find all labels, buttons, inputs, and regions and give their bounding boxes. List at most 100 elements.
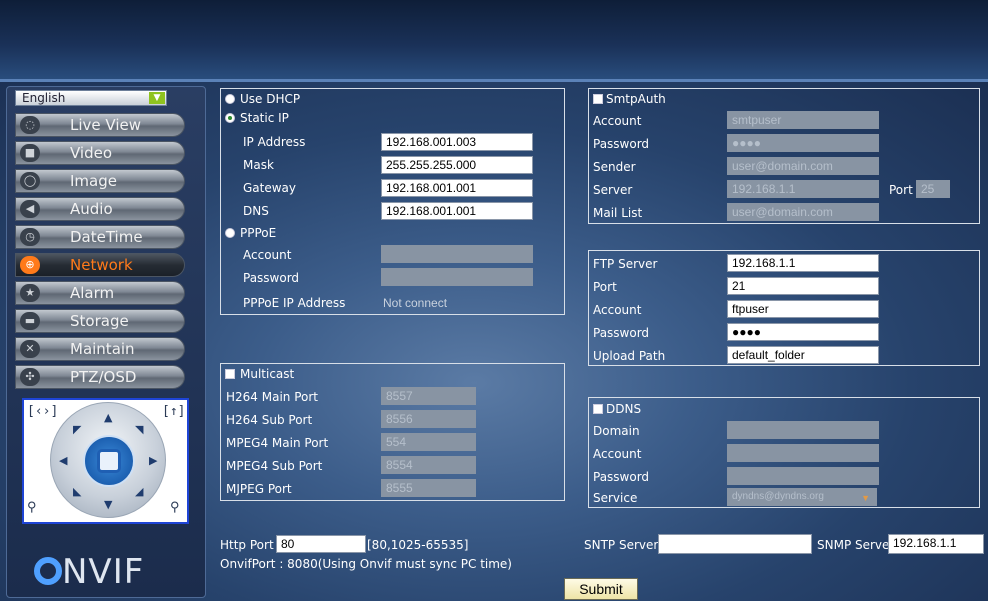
speech-bubble-icon: ◌ <box>20 116 40 134</box>
pppoe-password-field[interactable] <box>381 268 533 286</box>
zoom-out-magnifier-icon[interactable]: ⚲ <box>27 500 37 515</box>
ftp-password-field[interactable]: ●●●● <box>727 323 879 341</box>
zoom-wide-icon[interactable]: [‹›] <box>27 404 58 419</box>
smtp-mail-list-field[interactable]: user@domain.com <box>727 203 879 221</box>
sidebar-item-ptz-osd[interactable]: ✣ PTZ/OSD <box>15 365 185 389</box>
ftp-server-label: FTP Server <box>593 257 658 271</box>
sidebar-item-label: Audio <box>70 200 113 218</box>
arrow-right-icon[interactable]: ▶ <box>149 454 157 467</box>
sidebar-item-label: Live View <box>70 116 141 134</box>
http-port-range: [80,1025-65535] <box>367 538 469 552</box>
submit-button[interactable]: Submit <box>564 578 638 600</box>
ftp-account-field[interactable]: ftpuser <box>727 300 879 318</box>
sidebar-item-label: Maintain <box>70 340 135 358</box>
sidebar-item-maintain[interactable]: ✕ Maintain <box>15 337 185 361</box>
sidebar-item-label: DateTime <box>70 228 143 246</box>
ftp-account-label: Account <box>593 303 642 317</box>
static-ip-label: Static IP <box>240 111 289 125</box>
arrow-up-icon[interactable]: ▲ <box>104 411 112 424</box>
smtp-account-label: Account <box>593 114 642 128</box>
static-ip-radio[interactable] <box>225 113 235 123</box>
ddns-label: DDNS <box>606 402 642 416</box>
pppoe-radio[interactable] <box>225 228 235 238</box>
smtp-port-field[interactable]: 25 <box>916 180 950 198</box>
ddns-checkbox[interactable] <box>593 404 603 414</box>
sidebar-item-label: Storage <box>70 312 129 330</box>
ftp-server-field[interactable]: 192.168.1.1 <box>727 254 879 272</box>
ptz-direction-pad[interactable]: ▲ ▼ ◀ ▶ ◤ ◥ ◣ ◢ <box>50 402 166 518</box>
chevron-down-icon: ▼ <box>861 493 870 503</box>
h264-main-port-field[interactable]: 8557 <box>381 387 476 405</box>
smtp-sender-field[interactable]: user@domain.com <box>727 157 879 175</box>
sidebar-item-storage[interactable]: ▬ Storage <box>15 309 185 333</box>
smtp-auth-checkbox[interactable] <box>593 94 603 104</box>
ddns-password-field[interactable] <box>727 467 879 485</box>
ptz-center-ring <box>83 435 135 487</box>
ddns-domain-field[interactable] <box>727 421 879 439</box>
pppoe-ip-label: PPPoE IP Address <box>243 296 346 310</box>
sidebar-item-video[interactable]: ■ Video <box>15 141 185 165</box>
language-value: English <box>22 91 66 105</box>
arrow-up-left-icon[interactable]: ◤ <box>73 423 81 436</box>
ddns-service-select[interactable]: dyndns@dyndns.org ▼ <box>727 488 877 506</box>
ftp-password-label: Password <box>593 326 650 340</box>
arrow-down-right-icon[interactable]: ◢ <box>135 485 143 498</box>
smtp-mail-list-label: Mail List <box>593 206 643 220</box>
ip-address-field[interactable]: 192.168.001.003 <box>381 133 533 151</box>
smtp-auth-label: SmtpAuth <box>606 92 666 106</box>
ddns-service-value: dyndns@dyndns.org <box>732 491 824 502</box>
globe-icon: ⊕ <box>20 256 40 274</box>
use-dhcp-radio[interactable] <box>225 94 235 104</box>
sidebar-item-label: Network <box>70 256 133 274</box>
sidebar-item-datetime[interactable]: ◷ DateTime <box>15 225 185 249</box>
ddns-account-field[interactable] <box>727 444 879 462</box>
sidebar-item-image[interactable]: ◯ Image <box>15 169 185 193</box>
ftp-port-field[interactable]: 21 <box>727 277 879 295</box>
smtp-server-field[interactable]: 192.168.1.1 <box>727 180 879 198</box>
smtp-account-field[interactable]: smtpuser <box>727 111 879 129</box>
sidebar-item-network[interactable]: ⊕ Network <box>15 253 185 277</box>
mpeg4-main-port-label: MPEG4 Main Port <box>226 436 329 450</box>
pppoe-account-label: Account <box>243 248 292 262</box>
ptz-home-button[interactable] <box>97 449 121 473</box>
arrow-down-icon[interactable]: ▼ <box>104 498 112 511</box>
snmp-server-field[interactable]: 192.168.1.1 <box>888 534 984 554</box>
mjpeg-port-field[interactable]: 8555 <box>381 479 476 497</box>
language-select[interactable]: English ▼ <box>15 90 167 106</box>
sidebar-item-live-view[interactable]: ◌ Live View <box>15 113 185 137</box>
sidebar-item-alarm[interactable]: ★ Alarm <box>15 281 185 305</box>
smtp-password-label: Password <box>593 137 650 151</box>
h264-sub-port-label: H264 Sub Port <box>226 413 313 427</box>
ftp-port-label: Port <box>593 280 617 294</box>
snmp-server-label: SNMP Server <box>817 538 895 552</box>
sidebar-item-audio[interactable]: ◀ Audio <box>15 197 185 221</box>
sntp-server-field[interactable] <box>658 534 812 554</box>
mpeg4-main-port-field[interactable]: 554 <box>381 433 476 451</box>
pppoe-account-field[interactable] <box>381 245 533 263</box>
http-port-field[interactable]: 80 <box>276 535 366 553</box>
smtp-sender-label: Sender <box>593 160 636 174</box>
ip-address-label: IP Address <box>243 135 306 149</box>
ddns-password-label: Password <box>593 470 650 484</box>
move-icon: ✣ <box>20 368 40 386</box>
mpeg4-sub-port-field[interactable]: 8554 <box>381 456 476 474</box>
ftp-upload-path-field[interactable]: default_folder <box>727 346 879 364</box>
multicast-checkbox[interactable] <box>225 369 235 379</box>
zoom-in-magnifier-icon[interactable]: ⚲ <box>170 500 180 515</box>
zoom-tele-icon[interactable]: [↑] <box>162 404 185 419</box>
pppoe-ip-status: Not connect <box>383 296 448 310</box>
h264-main-port-label: H264 Main Port <box>226 390 318 404</box>
arrow-down-left-icon[interactable]: ◣ <box>73 485 81 498</box>
dns-field[interactable]: 192.168.001.001 <box>381 202 533 220</box>
sidebar-item-label: Image <box>70 172 117 190</box>
speaker-icon: ◀ <box>20 200 40 218</box>
multicast-label: Multicast <box>240 367 295 381</box>
arrow-up-right-icon[interactable]: ◥ <box>135 423 143 436</box>
mask-field[interactable]: 255.255.255.000 <box>381 156 533 174</box>
arrow-left-icon[interactable]: ◀ <box>59 454 67 467</box>
gateway-field[interactable]: 192.168.001.001 <box>381 179 533 197</box>
use-dhcp-label: Use DHCP <box>240 92 301 106</box>
pppoe-password-label: Password <box>243 271 300 285</box>
smtp-password-field[interactable]: ●●●● <box>727 134 879 152</box>
h264-sub-port-field[interactable]: 8556 <box>381 410 476 428</box>
